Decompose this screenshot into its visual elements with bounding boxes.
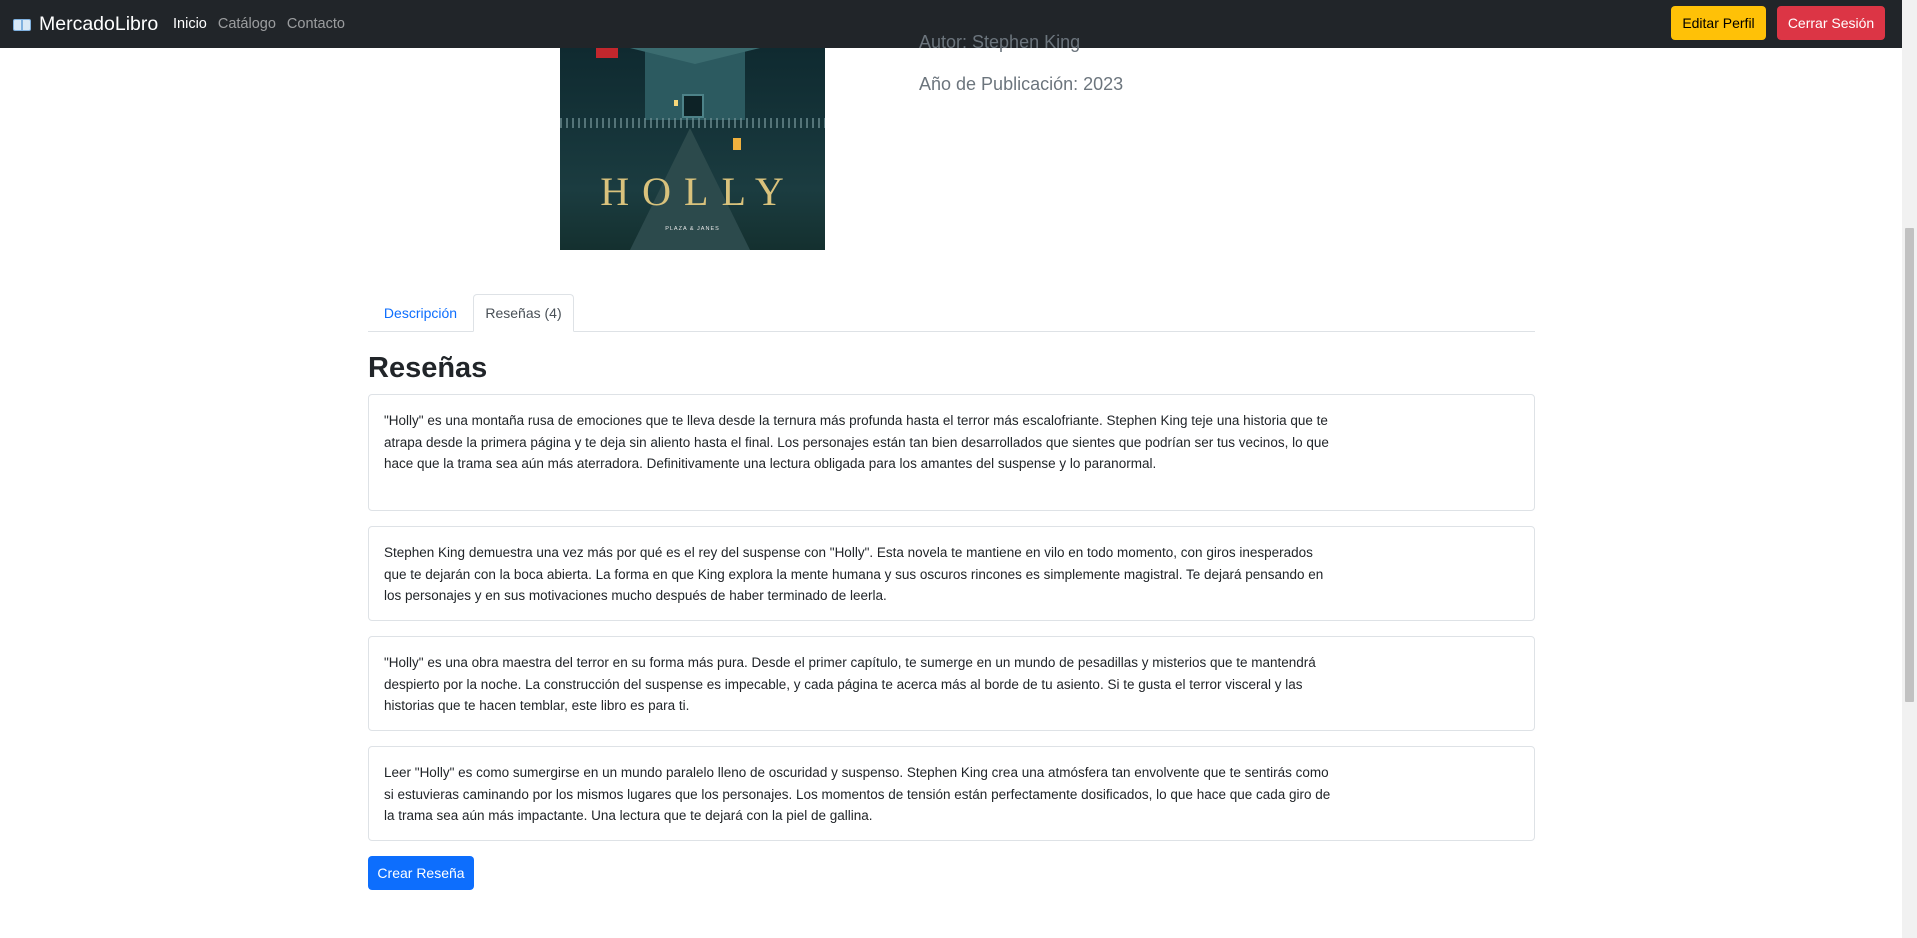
tab-resenas[interactable]: Reseñas (4) [473, 294, 574, 332]
review-text: Stephen King demuestra una vez más por q… [384, 545, 1324, 603]
page-scrollbar[interactable] [1902, 0, 1917, 938]
nav-link-inicio[interactable]: Inicio [173, 16, 207, 32]
create-review-button[interactable]: Crear Reseña [368, 856, 474, 890]
logout-button[interactable]: Cerrar Sesión [1777, 6, 1885, 40]
brand-name: MercadoLibro [39, 12, 159, 35]
review-text: "Holly" es una obra maestra del terror e… [384, 655, 1316, 713]
tab-descripcion[interactable]: Descripción [368, 294, 473, 331]
book-cover-image: HOLLY PLAZA & JANES [560, 48, 825, 250]
review-text: Leer "Holly" es como sumergirse en un mu… [384, 765, 1331, 823]
nav-link-catalogo[interactable]: Catálogo [218, 16, 276, 32]
review-card: "Holly" es una montaña rusa de emociones… [368, 394, 1535, 511]
review-card: Stephen King demuestra una vez más por q… [368, 526, 1535, 621]
book-tabs: Descripción Reseñas (4) [368, 294, 1535, 332]
edit-profile-button[interactable]: Editar Perfil [1671, 6, 1766, 40]
scrollbar-thumb[interactable] [1905, 228, 1914, 702]
cover-publisher: PLAZA & JANES [665, 226, 720, 232]
review-text: "Holly" es una montaña rusa de emociones… [384, 413, 1329, 471]
brand-link[interactable]: MercadoLibro [13, 0, 158, 48]
nav-links: Inicio Catálogo Contacto [173, 0, 356, 48]
book-year: Año de Publicación: 2023 [919, 74, 1124, 94]
review-card: Leer "Holly" es como sumergirse en un mu… [368, 746, 1535, 841]
nav-link-contacto[interactable]: Contacto [287, 16, 345, 32]
cover-title: HOLLY [600, 169, 797, 214]
open-book-icon [13, 17, 32, 32]
review-card: "Holly" es una obra maestra del terror e… [368, 636, 1535, 731]
reviews-heading: Reseñas [368, 352, 488, 384]
book-author: Autor: Stephen King [919, 32, 1081, 52]
